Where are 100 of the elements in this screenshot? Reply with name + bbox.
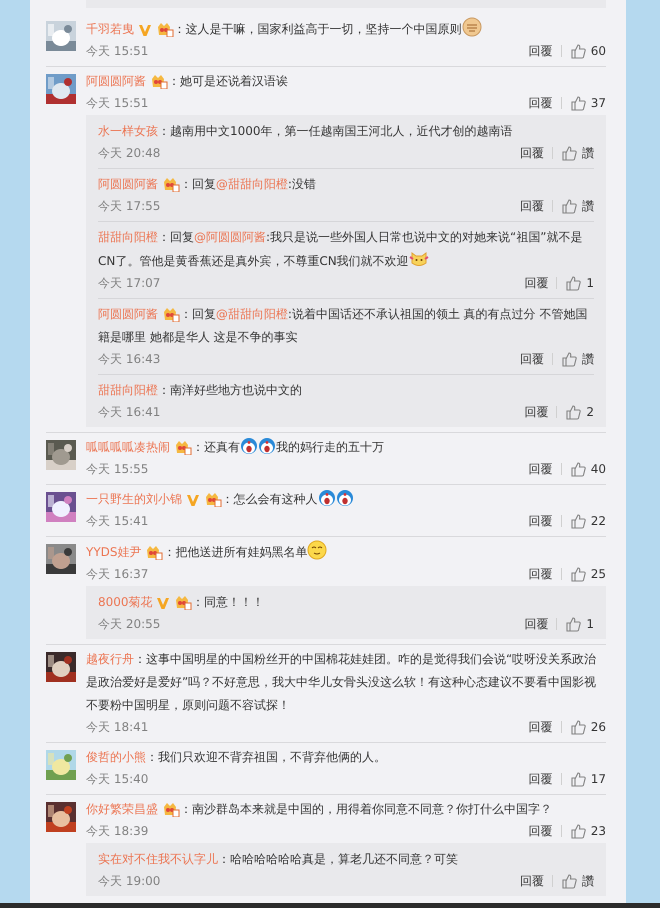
like-count: 1 xyxy=(586,616,594,633)
user-name[interactable]: 实在对不住我不认字儿 xyxy=(98,852,218,866)
smiley-emoji-icon xyxy=(307,540,328,560)
user-name[interactable]: 甜甜向阳橙 xyxy=(98,230,158,244)
mention-link[interactable]: @阿圆圆阿酱 xyxy=(194,230,266,244)
thumbs-up-icon xyxy=(570,822,587,840)
comment-text: 呱呱呱呱凑热闹 ：还真有 我的妈行走的五十万 xyxy=(86,436,606,459)
user-name[interactable]: 千羽若曳 xyxy=(86,22,134,36)
thumbs-up-icon xyxy=(570,718,587,736)
comment-text: 越夜行舟：这事中国明星的中国粉丝开的中国棉花娃娃团。咋的是觉得我们会说“哎呀没关系政治是政治爱好是爱好”吗？不好意思，我大中华儿女骨头没这么软！有这种心态建议不要看中国影视不要粉中国明星，原则问题不容试探！ xyxy=(86,651,598,714)
crown-badge-icon xyxy=(150,73,168,89)
timestamp: 今天 17:55 xyxy=(98,198,160,215)
thumbs-up-icon xyxy=(570,460,587,478)
like-count: 26 xyxy=(590,719,606,736)
comment-text: 你好繁荣昌盛 ：南沙群岛本来就是中国的，用得着你同意不同意？你打什么中国字？ xyxy=(86,800,553,819)
user-name[interactable]: 阿圆圆阿酱 xyxy=(98,307,158,321)
reply-link[interactable]: 回覆 xyxy=(528,41,553,61)
crown-badge-icon xyxy=(162,176,180,192)
user-name[interactable]: 俊哲的小熊 xyxy=(86,750,146,764)
verified-v-icon xyxy=(138,23,152,37)
comment-text: 甜甜向阳橙：回复@阿圆圆阿酱:我只是说一些外国人日常也说中文的对她来说“祖国”就不是CN了。管他是黄香蕉还是真外宾，不尊重CN我们就不欢迎 xyxy=(98,229,584,271)
thumbs-up-icon xyxy=(565,616,582,632)
reply-link[interactable]: 回覆 xyxy=(524,273,548,293)
comment-text: 甜甜向阳橙：南洋好些地方也说中文的 xyxy=(98,382,303,399)
user-name[interactable]: 水一样女孩 xyxy=(98,124,158,138)
user-name[interactable]: 呱呱呱呱凑热闹 xyxy=(86,440,170,454)
crown-badge-icon xyxy=(162,801,180,817)
timestamp: 今天 19:00 xyxy=(98,873,160,890)
comment-text: 一只野生的刘小锦 ：怎么会有这种人 xyxy=(86,488,606,511)
user-name[interactable]: 甜甜向阳橙 xyxy=(98,383,158,397)
comment-text: 千羽若曳 ：这人是干嘛，国家利益高于一切，坚持一个中国原则 xyxy=(86,17,606,41)
reply-link[interactable]: 回覆 xyxy=(520,349,544,369)
cartoon-face-emoji-icon xyxy=(240,437,258,455)
user-name[interactable]: 阿圆圆阿酱 xyxy=(98,177,158,191)
like-count: 22 xyxy=(590,513,606,530)
timestamp: 今天 15:55 xyxy=(86,461,148,478)
like-count: 讚 xyxy=(582,198,594,215)
cartoon-face-emoji-icon xyxy=(258,437,276,455)
user-name[interactable]: 你好繁荣昌盛 xyxy=(86,802,158,816)
cat-emoji-icon xyxy=(408,249,429,269)
like-count: 25 xyxy=(590,566,606,583)
like-count: 1 xyxy=(586,275,594,292)
thumbs-up-icon xyxy=(570,770,587,788)
crown-badge-icon xyxy=(162,306,180,322)
thumbs-up-icon xyxy=(561,350,578,368)
crown-badge-icon xyxy=(174,439,192,455)
thumbs-up-icon xyxy=(570,42,587,60)
reply-link[interactable]: 回覆 xyxy=(524,614,548,634)
crown-badge-icon xyxy=(145,544,164,560)
cartoon-face-emoji-icon xyxy=(336,489,354,507)
like-count: 讚 xyxy=(582,145,594,162)
user-name[interactable]: 一只野生的刘小锦 xyxy=(86,492,182,506)
user-name[interactable]: YYDS娃尹 xyxy=(86,545,142,559)
comment-text: 阿圆圆阿酱 ：回复@甜甜向阳橙:说着中国话还不承认祖国的领土 真的有点过分 不管她国籍是哪里 她都是华人 这是不争的事实 xyxy=(98,305,588,346)
reply-link[interactable]: 回覆 xyxy=(528,769,553,789)
crown-badge-icon xyxy=(156,21,174,37)
reply-link[interactable]: 回覆 xyxy=(528,93,553,113)
reply-link[interactable]: 回覆 xyxy=(528,717,553,737)
verified-v-icon xyxy=(156,596,170,610)
crown-badge-icon xyxy=(174,594,192,610)
like-count: 60 xyxy=(590,43,606,60)
reply-link[interactable]: 回覆 xyxy=(520,196,544,216)
comment-text: YYDS娃尹 ：把他送进所有娃妈黑名单 xyxy=(86,540,606,564)
comment-text: 水一样女孩：越南用中文1000年，第一任越南国王河北人，近代才创的越南语 xyxy=(98,123,514,140)
like-count: 17 xyxy=(590,771,606,788)
reply-link[interactable]: 回覆 xyxy=(524,402,548,422)
reply-link[interactable]: 回覆 xyxy=(520,871,544,891)
like-count: 40 xyxy=(590,461,606,478)
timestamp: 今天 18:39 xyxy=(86,823,148,840)
reply-link[interactable]: 回覆 xyxy=(520,143,544,163)
timestamp: 今天 16:43 xyxy=(98,351,160,368)
like-count: 讚 xyxy=(582,873,594,890)
thumbs-up-icon xyxy=(565,274,582,292)
comment-text: 俊哲的小熊：我们只欢迎不背弃祖国，不背弃他俩的人。 xyxy=(86,749,387,766)
mention-link[interactable]: @甜甜向阳橙 xyxy=(216,307,288,321)
timestamp: 今天 16:41 xyxy=(98,404,160,421)
user-name[interactable]: 8000菊花 xyxy=(98,595,153,609)
timestamp: 今天 15:40 xyxy=(86,771,148,788)
timestamp: 今天 15:51 xyxy=(86,43,148,60)
like-count: 23 xyxy=(590,823,606,840)
comment-text: 阿圆圆阿酱 ：她可是还说着汉语诶 xyxy=(86,72,289,91)
thumbs-up-icon xyxy=(561,198,578,214)
thumbs-up-icon xyxy=(570,512,587,530)
comment-text: 阿圆圆阿酱 ：回复@甜甜向阳橙:没错 xyxy=(98,175,317,194)
verified-v-icon xyxy=(186,493,200,507)
reply-link[interactable]: 回覆 xyxy=(528,459,553,479)
reply-link[interactable]: 回覆 xyxy=(528,821,553,841)
thumbs-up-icon xyxy=(570,94,587,112)
reply-link[interactable]: 回覆 xyxy=(528,511,553,531)
crown-badge-icon xyxy=(204,491,222,507)
mention-link[interactable]: @甜甜向阳橙 xyxy=(216,177,288,191)
timestamp: 今天 15:41 xyxy=(86,513,148,530)
user-name[interactable]: 阿圆圆阿酱 xyxy=(86,74,146,88)
comment-text: 实在对不住我不认字儿：哈哈哈哈哈哈真是，算老几还不同意？可笑 xyxy=(98,851,459,868)
reply-link[interactable]: 回覆 xyxy=(528,564,553,584)
fist-emoji-icon xyxy=(462,17,482,37)
timestamp: 今天 20:55 xyxy=(98,616,160,633)
timestamp: 今天 15:51 xyxy=(86,95,148,112)
user-name[interactable]: 越夜行舟 xyxy=(86,652,134,666)
timestamp: 今天 18:41 xyxy=(86,719,148,736)
